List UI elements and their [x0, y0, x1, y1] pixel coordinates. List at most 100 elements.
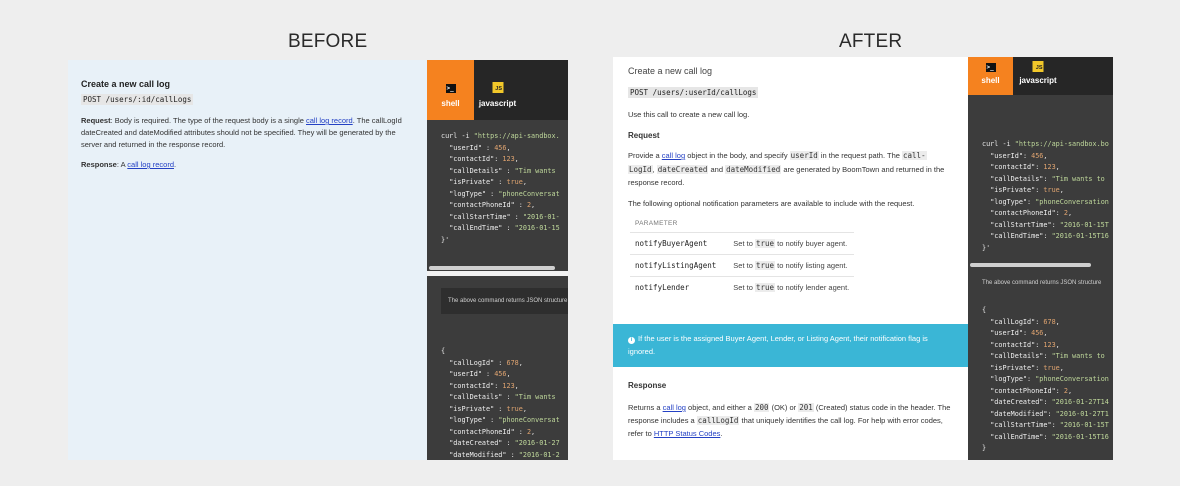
table-row: notifyBuyerAgent Set to true to notify b… — [630, 231, 855, 254]
before-code-panel: >_ shell JS javascript curl -i "https://… — [427, 60, 568, 460]
code-line: "contactPhoneId" : 2, — [449, 427, 536, 436]
endpoint-path: POST /users/:userId/callLogs — [628, 87, 759, 98]
code-line: "callEndTime": "2016-01-15T16 — [990, 232, 1109, 240]
optional-params-text: The following optional notification para… — [628, 198, 915, 208]
http-status-codes-link[interactable]: HTTP Status Codes — [654, 429, 721, 438]
page-title: Create a new call log — [81, 79, 171, 89]
tab-label: javascript — [478, 99, 517, 108]
inline-code: dateModified — [725, 164, 782, 174]
code-line: "contactId": 123, — [990, 340, 1060, 349]
param-description: Set to true to notify buyer agent. — [728, 231, 855, 254]
divider — [427, 271, 568, 276]
tab-javascript[interactable]: JS javascript — [474, 60, 521, 120]
text: Set to — [733, 238, 755, 248]
code-line: "callDetails": "Tim wants to — [990, 352, 1105, 360]
code-line: "isPrivate" : true, — [449, 404, 527, 413]
call-log-link[interactable]: call log — [662, 151, 685, 160]
code-line: "callStartTime": "2016-01-15T — [990, 220, 1109, 229]
response-heading: Response — [628, 381, 667, 390]
request-code-block: curl -i "https://api-sandbox.bo "userId"… — [982, 139, 1109, 254]
code-line: "contactId": 123, — [449, 155, 519, 163]
request-text: : Body is required. The type of the requ… — [110, 116, 306, 125]
code-line: "callStartTime": "2016-01-15T — [990, 421, 1109, 429]
code-line: }' — [441, 235, 450, 244]
code-line: "logType" : "phoneConversat — [449, 416, 560, 424]
code-line: "dateModified": "2016-01-27T1 — [990, 409, 1109, 418]
request-code-block: curl -i "https://api-sandbox. "userId" :… — [441, 131, 560, 246]
parameters-table: PARAMETER notifyBuyerAgent Set to true t… — [630, 216, 855, 298]
code-line: "callEndTime": "2016-01-15T16 — [990, 432, 1109, 441]
text: and — [708, 164, 726, 174]
param-column-header: PARAMETER — [635, 219, 678, 227]
code-line: "callEndTime" : "2016-01-15 — [449, 224, 560, 232]
tab-shell[interactable]: >_ shell — [427, 60, 474, 120]
request-heading: Request — [628, 131, 660, 140]
param-name: notifyBuyerAgent — [630, 231, 729, 254]
response-code-block: { "callLogId": 678, "userId": 456, "cont… — [982, 305, 1109, 455]
terminal-icon: >_ — [985, 63, 996, 72]
language-tabs: >_ shell JS javascript — [427, 60, 568, 120]
inline-code: call- — [902, 151, 927, 160]
tab-javascript[interactable]: JS javascript — [1013, 57, 1063, 95]
code-line: "callLogId": 678, — [990, 317, 1060, 326]
tab-label: shell — [441, 99, 460, 108]
language-tabs: >_ shell JS javascript — [968, 57, 1113, 95]
page-title: Create a new call log — [628, 66, 713, 76]
code-line: "userId" : 456, — [449, 370, 511, 378]
param-name: notifyLender — [630, 275, 729, 298]
code-line: "callDetails" : "Tim wants — [449, 166, 556, 175]
response-paragraph: Response: A call log record. — [81, 159, 414, 171]
table-row: notifyListingAgent Set to true to notify… — [630, 253, 855, 276]
text: Set to — [733, 260, 755, 270]
code-line: "logType" : "phoneConversat — [449, 189, 560, 198]
request-label: Request — [81, 116, 111, 125]
terminal-icon: >_ — [445, 84, 456, 93]
text: . — [720, 429, 723, 438]
text: Set to — [733, 282, 755, 292]
code-line: "userId" : 456, — [449, 143, 511, 152]
code-line: "contactPhoneId" : 2, — [449, 201, 536, 209]
code-line: { — [441, 347, 446, 355]
endpoint-path: POST /users/:id/callLogs — [81, 94, 194, 105]
before-doc-panel: Create a new call log POST /users/:id/ca… — [68, 60, 427, 460]
text: to notify buyer agent. — [775, 238, 848, 248]
call-log-link[interactable]: call log — [663, 403, 686, 412]
param-description: Set to true to notify listing agent. — [728, 253, 855, 276]
after-code-panel: >_ shell JS javascript curl -i "https://… — [968, 57, 1113, 460]
tab-label: shell — [981, 76, 1000, 85]
call-log-record-link[interactable]: call log record — [306, 116, 353, 125]
before-heading: BEFORE — [288, 31, 368, 52]
js-icon: JS — [1032, 61, 1044, 72]
tab-shell[interactable]: >_ shell — [968, 57, 1013, 95]
after-doc-panel: Create a new call log POST /users/:userI… — [613, 57, 968, 460]
inline-code: true — [754, 260, 776, 270]
inline-code: 201 — [798, 403, 814, 412]
intro-text: Use this call to create a new call log. — [628, 110, 750, 119]
text: to notify lender agent. — [775, 282, 850, 292]
param-name: notifyListingAgent — [630, 253, 729, 276]
code-line: }' — [982, 243, 991, 252]
code-line: "dateCreated" : "2016-01-27 — [449, 439, 560, 447]
inline-code: true — [754, 282, 776, 292]
code-line: "userId": 456, — [990, 329, 1048, 337]
tab-label: javascript — [1019, 76, 1057, 85]
response-section: Response Returns a call log object, and … — [628, 381, 956, 440]
code-line: "logType": "phoneConversation — [990, 197, 1109, 206]
response-end: . — [174, 160, 177, 169]
text: object, and either a — [685, 403, 754, 412]
code-line: curl -i "https://api-sandbox. — [441, 132, 560, 140]
horizontal-scrollbar[interactable] — [429, 266, 555, 270]
code-line: "dateModified" : "2016-01-2 — [449, 450, 560, 459]
inline-code: userId — [789, 151, 819, 160]
code-line: "dateCreated": "2016-01-27T14 — [990, 398, 1109, 406]
request-paragraph: Provide a call log object in the body, a… — [628, 149, 953, 190]
code-line: "contactId": 123, — [990, 163, 1060, 171]
inline-code: true — [754, 238, 776, 248]
response-record-link[interactable]: call log record — [127, 160, 174, 169]
code-line: "callLogId" : 678, — [449, 358, 523, 367]
info-icon: i — [628, 337, 635, 344]
code-line: "callDetails" : "Tim wants — [449, 393, 556, 401]
inline-code: callLogId — [696, 416, 740, 425]
code-line: { — [982, 306, 987, 314]
inline-code: LogId — [628, 164, 653, 174]
